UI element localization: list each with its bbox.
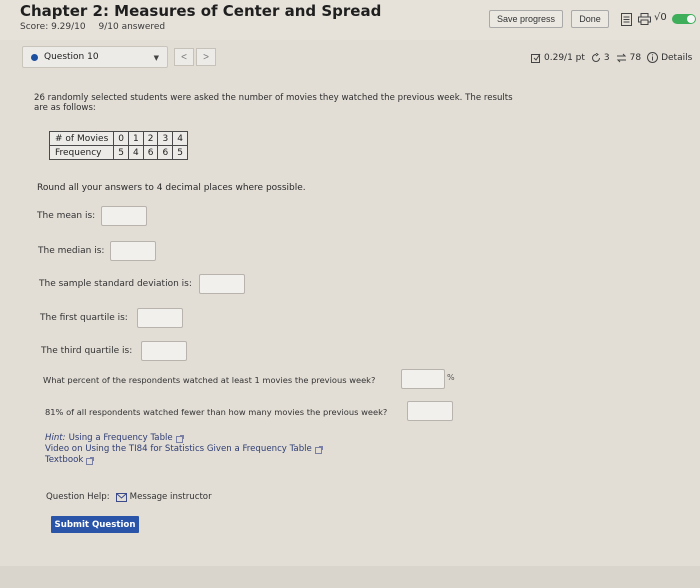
table-cell: 1 [128,131,144,146]
question-help-label: Question Help: [46,492,110,502]
table-cell: 0 [113,131,129,146]
question-stats: 0.29/1 pt 3 78 Details [531,52,692,63]
previous-question-button[interactable]: < [174,48,194,66]
hints-section: Hint: Using a Frequency Table Video on U… [45,433,323,466]
attempts-count: 78 [629,52,642,63]
table-cell: 3 [157,131,174,146]
math-toggle-label: √0 [654,12,667,23]
info-icon [647,52,659,63]
score-text: Score: 9.29/10 [20,22,86,32]
textbook-link[interactable]: Textbook [45,455,83,466]
page-title: Chapter 2: Measures of Center and Spread [20,2,382,20]
first-quartile-input[interactable] [137,308,183,328]
points-text: 0.29/1 pt [544,52,585,63]
table-cell: 5 [113,145,129,160]
answered-count: 9/10 answered [98,22,166,32]
frequency-table: # of Movies 0 1 2 3 4 Frequency 5 4 6 6 … [48,131,188,160]
mean-input[interactable] [101,206,147,226]
std-dev-label: The sample standard deviation is: [39,279,192,289]
table-cell: 2 [142,131,159,146]
table-cell: 4 [172,131,188,146]
message-instructor-link[interactable]: Message instructor [115,492,212,502]
envelope-icon [115,492,127,502]
fewer-movies-label: 81% of all respondents watched fewer tha… [45,407,388,417]
math-toggle-switch[interactable] [672,14,696,24]
hint-label: Hint: [45,433,66,443]
score-summary: Score: 9.29/10 9/10 answered [20,22,175,32]
external-link-icon [314,445,323,454]
std-dev-input[interactable] [199,274,245,294]
third-quartile-label: The third quartile is: [41,346,133,356]
table-row: # of Movies 0 1 2 3 4 [48,131,188,146]
percent-sign: % [447,373,455,382]
median-label: The median is: [38,246,105,256]
first-quartile-label: The first quartile is: [40,313,128,323]
question-help: Question Help: Message instructor [46,492,212,502]
bottom-edge [0,566,700,588]
external-link-icon [86,456,95,465]
table-row-header: Frequency [48,145,115,160]
frequency-table-hint-link[interactable]: Using a Frequency Table [69,433,173,444]
table-cell: 6 [142,145,159,160]
message-instructor-label: Message instructor [129,492,212,502]
table-row: Frequency 5 4 6 6 5 [48,145,188,160]
external-link-icon [175,434,184,443]
table-cell: 5 [172,145,188,160]
question-status-dot [31,53,38,61]
table-cell: 6 [157,145,174,160]
toggle-knob [687,15,695,23]
attempts-icon [616,53,627,63]
next-question-button[interactable]: > [196,48,216,66]
question-selector-label: Question 10 [44,52,99,62]
submit-question-button[interactable]: Submit Question [51,516,139,533]
retries-count: 3 [603,52,610,63]
save-progress-button[interactable]: Save progress [489,10,563,28]
table-cell: 4 [128,145,144,160]
percent-input[interactable] [401,369,445,389]
rounding-instruction: Round all your answers to 4 decimal plac… [37,183,306,193]
retry-icon [591,52,601,63]
checkbox-pen-icon [531,53,541,63]
fewer-movies-input[interactable] [407,401,453,421]
median-input[interactable] [110,241,156,261]
problem-text: 26 randomly selected students were asked… [34,93,513,113]
done-button[interactable]: Done [571,10,609,28]
table-row-header: # of Movies [48,131,115,146]
print-icon[interactable] [637,12,651,26]
mean-label: The mean is: [37,211,96,221]
chevron-down-icon: ▼ [153,54,159,62]
document-icon[interactable] [619,12,633,26]
details-link[interactable]: Details [661,53,692,63]
question-selector[interactable]: Question 10 ▼ [22,46,168,68]
ti84-video-link[interactable]: Video on Using the TI84 for Statistics G… [45,444,312,455]
third-quartile-input[interactable] [141,341,187,361]
percent-question-label: What percent of the respondents watched … [43,375,376,385]
